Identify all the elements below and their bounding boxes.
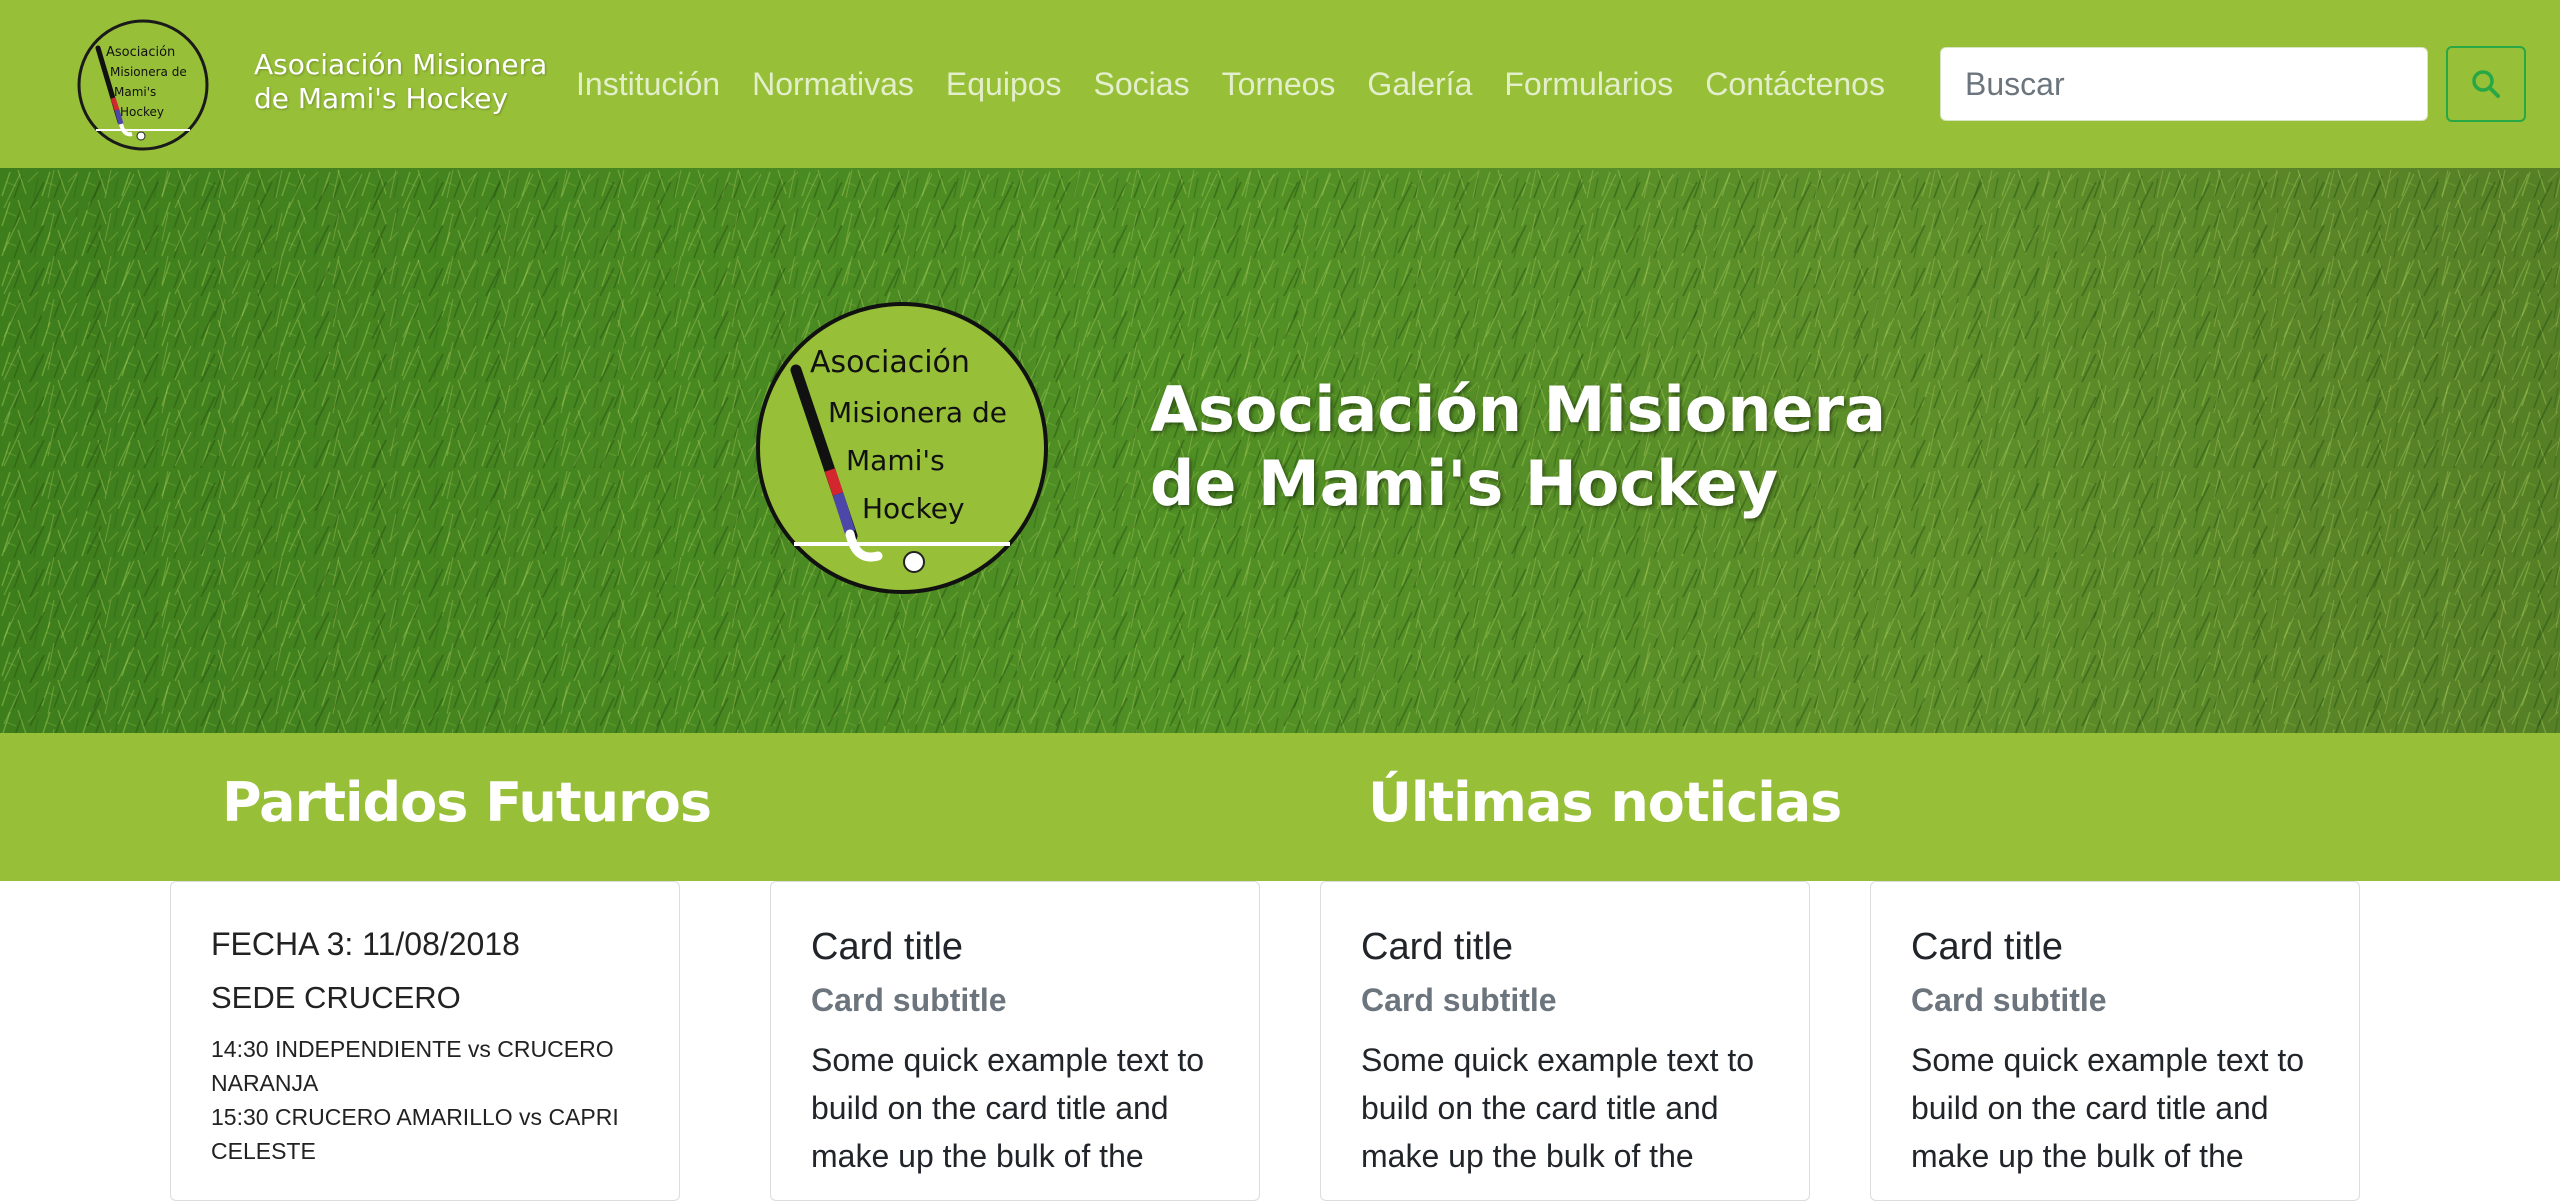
hero-logo-text-line4: Hockey xyxy=(862,492,965,525)
match-date: FECHA 3: 11/08/2018 xyxy=(211,926,520,962)
news-card-title: Card title xyxy=(1911,926,2064,968)
match-line: 14:30 INDEPENDIENTE vs CRUCERO xyxy=(211,1036,614,1062)
nav-item-formularios[interactable]: Formularios xyxy=(1504,62,1673,106)
news-card-text-line: build on the card title and xyxy=(1361,1090,1719,1126)
association-logo[interactable]: Asociación Misionera de Mami's Hockey xyxy=(76,18,210,152)
match-line: CELESTE xyxy=(211,1138,316,1164)
news-card-text-line: make up the bulk of the xyxy=(811,1138,1144,1174)
hero-banner: Asociación Misionera de Mami's Hockey As… xyxy=(0,168,2560,733)
nav-item-socias[interactable]: Socias xyxy=(1094,62,1190,106)
upcoming-matches-heading: Partidos Futuros xyxy=(222,771,712,834)
news-card-text-line: Some quick example text to xyxy=(811,1042,1205,1078)
news-card[interactable]: Card title Card subtitle Some quick exam… xyxy=(1870,881,2360,1201)
nav-item-institucion[interactable]: Institución xyxy=(576,62,720,106)
match-line: 15:30 CRUCERO AMARILLO vs CAPRI xyxy=(211,1104,619,1130)
news-card-title: Card title xyxy=(1361,926,1514,968)
news-card-subtitle: Card subtitle xyxy=(1911,982,2107,1018)
news-card-text-line: build on the card title and xyxy=(1911,1090,2269,1126)
search-input[interactable] xyxy=(1940,47,2428,121)
news-card-title: Card title xyxy=(811,926,964,968)
hero-logo-text-line2: Misionera de xyxy=(828,396,1007,429)
news-card-text-line: make up the bulk of the xyxy=(1361,1138,1694,1174)
brand-line-1: Asociación Misionera xyxy=(254,48,548,81)
news-card[interactable]: Card title Card subtitle Some quick exam… xyxy=(1320,881,1810,1201)
nav-item-equipos[interactable]: Equipos xyxy=(946,62,1062,106)
news-card-text-line: Some quick example text to xyxy=(1361,1042,1755,1078)
upcoming-match-card: FECHA 3: 11/08/2018 SEDE CRUCERO 14:30 I… xyxy=(170,881,680,1201)
news-card-text-line: make up the bulk of the xyxy=(1911,1138,2244,1174)
news-card-subtitle: Card subtitle xyxy=(1361,982,1557,1018)
latest-news-heading: Últimas noticias xyxy=(1368,771,1842,834)
news-card-text-line: build on the card title and xyxy=(811,1090,1169,1126)
hero-title-line-2: de Mami's Hockey xyxy=(1150,447,1779,520)
section-heading-bar: Partidos Futuros Últimas noticias xyxy=(0,733,2560,881)
hero-title: Asociación Misionera de Mami's Hockey xyxy=(1150,373,1886,521)
hero-title-line-1: Asociación Misionera xyxy=(1150,373,1886,446)
search-button[interactable] xyxy=(2446,46,2526,122)
main-nav: Institución Normativas Equipos Socias To… xyxy=(560,62,1901,106)
news-card-subtitle: Card subtitle xyxy=(811,982,1007,1018)
logo-text-line1: Asociación xyxy=(106,45,175,60)
logo-text-line4: Hockey xyxy=(120,105,164,119)
hero-logo-text-line1: Asociación xyxy=(810,345,970,380)
match-line: NARANJA xyxy=(211,1070,319,1096)
nav-item-galeria[interactable]: Galería xyxy=(1367,62,1472,106)
hero-logo-text-line3: Mami's xyxy=(846,444,945,477)
news-card[interactable]: Card title Card subtitle Some quick exam… xyxy=(770,881,1260,1201)
logo-text-line3: Mami's xyxy=(114,85,156,99)
navbar: Asociación Misionera de Mami's Hockey As… xyxy=(0,0,2560,168)
hero-logo: Asociación Misionera de Mami's Hockey xyxy=(756,302,1048,594)
nav-item-normativas[interactable]: Normativas xyxy=(752,62,914,106)
match-venue: SEDE CRUCERO xyxy=(211,980,461,1015)
news-card-text-line: Some quick example text to xyxy=(1911,1042,2305,1078)
search-icon xyxy=(2472,70,2500,98)
brand-line-2: de Mami's Hockey xyxy=(254,82,509,115)
nav-item-torneos[interactable]: Torneos xyxy=(1222,62,1336,106)
brand-name[interactable]: Asociación Misionera de Mami's Hockey xyxy=(254,48,547,116)
nav-item-contactenos[interactable]: Contáctenos xyxy=(1705,62,1885,106)
logo-text-line2: Misionera de xyxy=(110,65,187,79)
